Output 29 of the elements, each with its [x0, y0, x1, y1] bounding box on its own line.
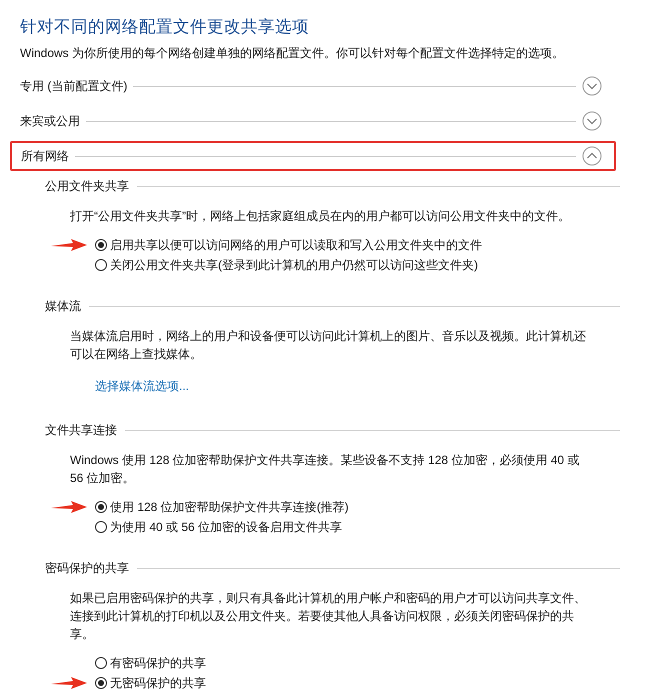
profile-header[interactable]: 来宾或公用	[20, 112, 80, 130]
radio-label: 使用 128 位加密帮助保护文件共享连接(推荐)	[110, 499, 349, 516]
page-title: 针对不同的网络配置文件更改共享选项	[20, 17, 310, 38]
radio-label: 有密码保护的共享	[110, 655, 206, 672]
section-heading: 密码保护的共享	[45, 560, 129, 577]
section-description: 如果已启用密码保护的共享，则只有具备此计算机的用户帐户和密码的用户才可以访问共享文件、连接到此计算机的打印机以及公用文件夹。若要使其他人具备访问权限，必须关闭密码保护的共享。	[70, 590, 587, 643]
section-heading: 公用文件夹共享	[45, 178, 129, 195]
expand-icon[interactable]	[582, 111, 602, 131]
radio-button[interactable]	[95, 259, 107, 271]
profile-header[interactable]: 所有网络	[21, 147, 69, 165]
radio-label: 关闭公用文件夹共享(登录到此计算机的用户仍然可以访问这些文件夹)	[110, 257, 478, 274]
profile-header[interactable]: 专用 (当前配置文件)	[20, 77, 128, 95]
radio-button[interactable]	[95, 239, 107, 251]
section-description: Windows 使用 128 位加密帮助保护文件共享连接。某些设备不支持 128 位加密，必须使用 40 或 56 位加密。	[70, 452, 580, 487]
section-description: 打开“公用文件夹共享”时，网络上包括家庭组成员在内的用户都可以访问公用文件夹中的文件。	[70, 208, 571, 225]
page-description: Windows 为你所使用的每个网络创建单独的网络配置文件。你可以针对每个配置文件选择特定的选项。	[20, 45, 566, 62]
radio-button[interactable]	[95, 677, 107, 689]
section-heading: 文件共享连接	[45, 422, 117, 439]
radio-label: 无密码保护的共享	[110, 675, 206, 692]
radio-button[interactable]	[95, 501, 107, 513]
media-options-link[interactable]: 选择媒体流选项...	[95, 379, 190, 393]
radio-button[interactable]	[95, 521, 107, 533]
radio-label: 为使用 40 或 56 位加密的设备启用文件共享	[110, 519, 342, 536]
expand-icon[interactable]	[582, 76, 602, 96]
radio-label: 启用共享以便可以访问网络的用户可以读取和写入公用文件夹中的文件	[110, 237, 482, 254]
section-heading: 媒体流	[45, 298, 81, 315]
collapse-icon[interactable]	[582, 146, 602, 166]
radio-button[interactable]	[95, 657, 107, 669]
section-description: 当媒体流启用时，网络上的用户和设备便可以访问此计算机上的图片、音乐以及视频。此计算机还可以在网络上查找媒体。	[70, 328, 587, 363]
